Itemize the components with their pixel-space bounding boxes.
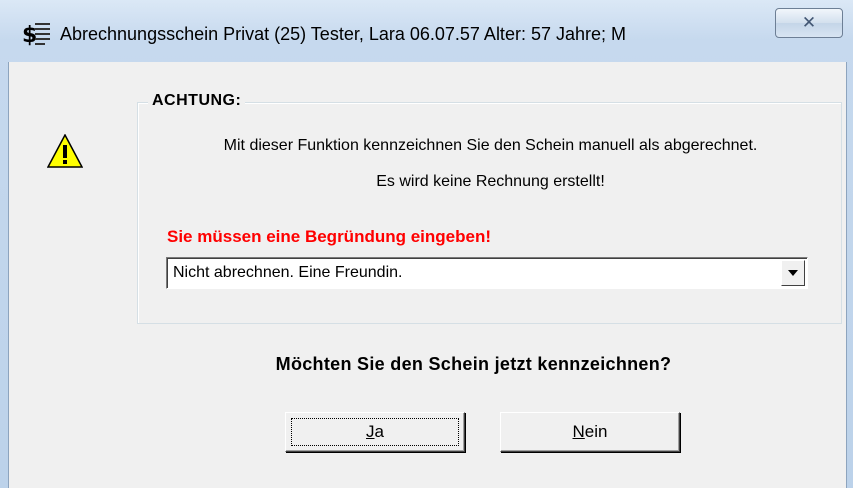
group-title: ACHTUNG: <box>148 92 246 110</box>
required-reason-prompt: Sie müssen eine Begründung eingeben! <box>167 227 491 246</box>
no-button[interactable]: Nein <box>500 412 680 452</box>
dialog-window: $ Abrechnungsschein Privat (25) Tester, … <box>0 0 853 488</box>
yes-button[interactable]: Ja <box>285 412 465 452</box>
yes-label: a <box>374 422 384 441</box>
warning-groupbox: ACHTUNG: Mit dieser Funktion kennzeichne… <box>137 92 842 324</box>
reason-value[interactable]: Nicht abrechnen. Eine Freundin. <box>173 264 402 282</box>
window-title: Abrechnungsschein Privat (25) Tester, La… <box>60 24 626 44</box>
no-label: ein <box>584 422 608 441</box>
no-mnemonic: N <box>572 422 585 441</box>
dollar-document-icon: $ <box>22 20 52 48</box>
info-text-line-2: Es wird keine Rechnung erstellt! <box>376 173 605 190</box>
yes-mnemonic: J <box>366 422 375 441</box>
close-button[interactable]: ✕ <box>775 8 843 38</box>
confirm-question: Möchten Sie den Schein jetzt kennzeichne… <box>275 354 672 374</box>
reason-combobox[interactable]: Nicht abrechnen. Eine Freundin. <box>166 257 808 289</box>
chevron-down-icon <box>788 270 798 276</box>
dialog-client-area: ACHTUNG: Mit dieser Funktion kennzeichne… <box>8 62 847 488</box>
close-icon: ✕ <box>801 13 817 33</box>
title-bar[interactable]: $ Abrechnungsschein Privat (25) Tester, … <box>0 0 853 62</box>
info-text-line-1: Mit dieser Funktion kennzeichnen Sie den… <box>223 137 758 154</box>
dropdown-arrow-button[interactable] <box>781 260 805 286</box>
warning-triangle-icon <box>46 133 84 168</box>
